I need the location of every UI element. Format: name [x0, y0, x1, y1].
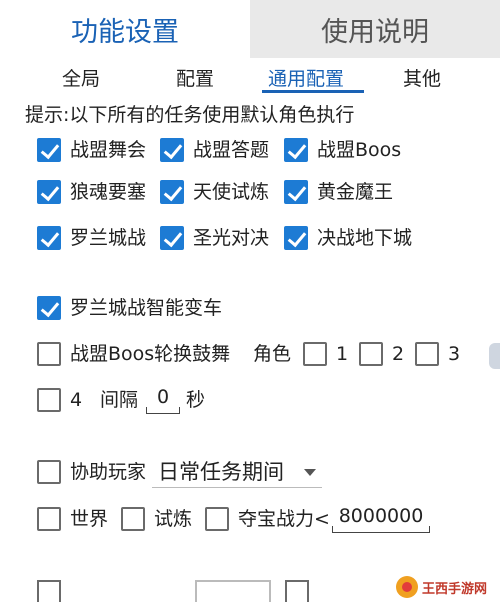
- task-label-5: 黄金魔王: [317, 181, 394, 203]
- task-label-2: 战盟Boos: [317, 139, 402, 161]
- subtab-config[interactable]: 配置: [176, 64, 214, 91]
- task-label-4: 天使试炼: [193, 181, 270, 203]
- cut-checkbox-1: [37, 580, 61, 602]
- checkbox-treasure[interactable]: [205, 507, 229, 531]
- interval-label: 间隔: [100, 389, 139, 411]
- assist-mode-value: 日常任务期间: [158, 460, 284, 484]
- checkbox-role-3[interactable]: [415, 342, 439, 366]
- checkbox-task-3[interactable]: [37, 180, 61, 204]
- checkbox-task-4[interactable]: [160, 180, 184, 204]
- checkbox-task-0[interactable]: [37, 138, 61, 162]
- cut-dropdown: [195, 580, 271, 602]
- task-label-6: 罗兰城战: [70, 227, 147, 249]
- checkbox-task-7[interactable]: [160, 226, 184, 250]
- treasure-label: 夺宝战力<: [238, 508, 330, 530]
- checkbox-role-4[interactable]: [37, 388, 61, 412]
- side-panel-handle[interactable]: [489, 343, 500, 369]
- chevron-down-icon: [304, 469, 316, 476]
- checkbox-task-1[interactable]: [160, 138, 184, 162]
- tab-instructions[interactable]: 使用说明: [250, 0, 500, 58]
- seconds-label: 秒: [186, 389, 206, 411]
- checkbox-task-8[interactable]: [284, 226, 308, 250]
- assist-label: 协助玩家: [70, 461, 147, 483]
- smart-car-label: 罗兰城战智能变车: [70, 297, 223, 319]
- task-label-7: 圣光对决: [193, 227, 270, 249]
- task-label-0: 战盟舞会: [70, 139, 147, 161]
- subtab-global[interactable]: 全局: [62, 64, 100, 91]
- watermark-logo-icon: [396, 576, 418, 598]
- checkbox-boss-rotate[interactable]: [37, 342, 61, 366]
- checkbox-role-1[interactable]: [303, 342, 327, 366]
- task-label-8: 决战地下城: [317, 227, 413, 249]
- task-label-1: 战盟答题: [193, 139, 270, 161]
- role-label: 角色: [253, 343, 292, 365]
- top-tab-bar: 功能设置 使用说明: [0, 0, 500, 58]
- site-watermark: 王西手游网: [392, 572, 500, 602]
- checkbox-role-2[interactable]: [359, 342, 383, 366]
- boss-rotate-label: 战盟Boos轮换鼓舞: [70, 343, 231, 365]
- interval-input[interactable]: 0: [146, 384, 180, 414]
- sub-tab-bar: 全局 配置 通用配置 其他: [0, 60, 500, 98]
- active-subtab-indicator: [262, 90, 364, 93]
- checkbox-task-5[interactable]: [284, 180, 308, 204]
- checkbox-smart-car[interactable]: [37, 296, 61, 320]
- checkbox-task-2[interactable]: [284, 138, 308, 162]
- tab-function-settings[interactable]: 功能设置: [0, 0, 250, 58]
- checkbox-task-6[interactable]: [37, 226, 61, 250]
- checkbox-world[interactable]: [37, 507, 61, 531]
- watermark-text: 王西手游网: [422, 581, 488, 597]
- checkbox-assist[interactable]: [37, 460, 61, 484]
- world-label: 世界: [70, 508, 109, 530]
- role-2-label: 2: [392, 343, 405, 365]
- role-1-label: 1: [336, 343, 349, 365]
- trial-label: 试炼: [154, 508, 193, 530]
- cut-checkbox-2: [285, 580, 309, 602]
- hint-text: 提示:以下所有的任务使用默认角色执行: [25, 104, 355, 126]
- subtab-other[interactable]: 其他: [403, 64, 441, 91]
- role-4-label: 4: [70, 389, 83, 411]
- checkbox-trial[interactable]: [121, 507, 145, 531]
- subtab-general-config[interactable]: 通用配置: [268, 64, 344, 91]
- task-label-3: 狼魂要塞: [70, 181, 147, 203]
- power-input[interactable]: 8000000: [332, 503, 430, 533]
- role-3-label: 3: [448, 343, 461, 365]
- assist-mode-dropdown[interactable]: 日常任务期间: [152, 456, 322, 488]
